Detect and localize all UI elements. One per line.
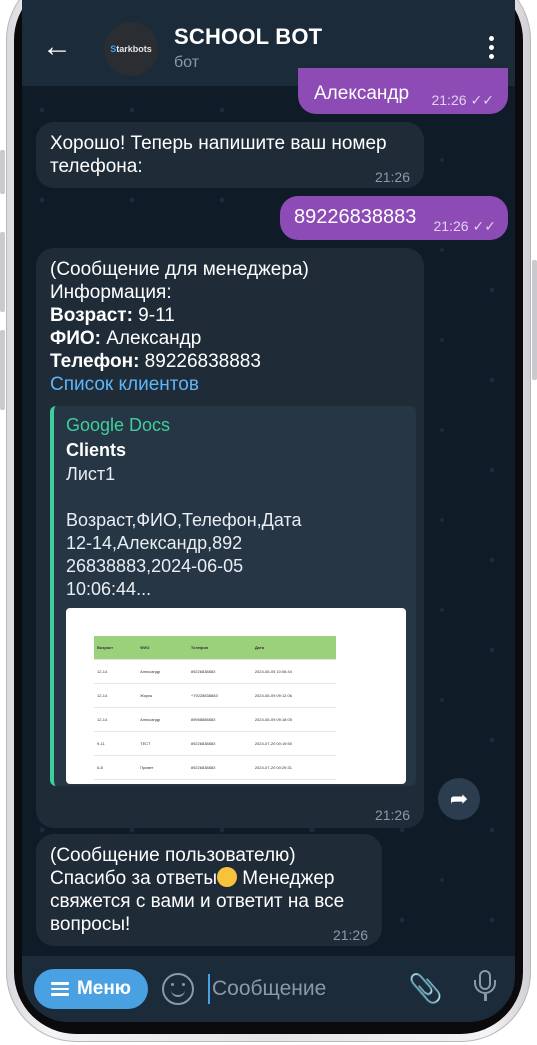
incoming-message[interactable]: Хорошо! Теперь напишите ваш номер телефо… xyxy=(36,122,424,188)
message-meta: 21:26 ✓✓ xyxy=(433,214,496,238)
sheet-cell: 2024-06-09 09:12:06 xyxy=(251,683,336,708)
avatar[interactable]: Starkbots xyxy=(104,22,158,76)
message-meta: 21:26 ✓✓ xyxy=(431,88,494,112)
sheet-cell: ТЕСТ xyxy=(137,731,188,756)
preview-image[interactable]: Возраст ФИО Телефон Дата 12-14 Александр 8… xyxy=(66,608,406,784)
sheet-header-cell: ФИО xyxy=(137,636,188,660)
outgoing-message[interactable]: 89226838883 21:26 ✓✓ xyxy=(280,196,508,240)
more-vertical-icon[interactable] xyxy=(489,36,495,63)
sheet-cell: Александр xyxy=(137,707,188,732)
incoming-message[interactable]: (Сообщение для менеджера) Информация: Во… xyxy=(36,248,424,828)
phone-side-button xyxy=(0,232,5,312)
sheet-row: 12-14 Александр 89226838883 2024-06-05 10:0… xyxy=(94,659,336,684)
message-line: Информация: xyxy=(50,282,172,303)
sheet-cell: 6-8 xyxy=(94,755,138,780)
incoming-message[interactable]: (Сообщение пользователю) Спасибо за отве… xyxy=(36,834,382,946)
double-check-icon: ✓✓ xyxy=(470,92,494,108)
sheet-header-row: Возраст ФИО Телефон Дата xyxy=(94,636,336,660)
message-input-bar: Меню Сообщение 📎 xyxy=(22,956,515,1022)
sheet-cell: 12-14 xyxy=(94,707,138,732)
message-time: 21:26 xyxy=(374,807,410,823)
message-text: (Сообщение пользователю) Спасибо за отве… xyxy=(50,844,380,936)
message-line: Спасибо за ответы Менеджер свяжется с ва… xyxy=(50,867,345,935)
spreadsheet-thumbnail: Возраст ФИО Телефон Дата 12-14 Александр 8… xyxy=(94,636,336,780)
sheet-row: 9-11 ТЕСТ 89226838883 2024-07-20 00:19:50 xyxy=(94,731,336,756)
message-line: Возраст: 9-11 xyxy=(50,304,309,327)
sheet-row: 6-8 Привет 89226838883 2024-07-20 00:29:31 xyxy=(94,755,336,780)
message-time: 21:26 xyxy=(332,927,368,943)
chat-screen: ← Starkbots SCHOOL BOT бот Александр 21:… xyxy=(22,0,515,1022)
menu-icon xyxy=(50,979,69,999)
phone-side-button xyxy=(532,260,537,380)
share-arrow-icon[interactable]: ➦ xyxy=(438,778,480,820)
sheet-header-cell: Телефон xyxy=(187,636,252,660)
message-input[interactable]: Сообщение xyxy=(208,974,412,1004)
sheet-cell: 2024-06-05 10:06:44 xyxy=(251,659,336,684)
microphone-icon[interactable] xyxy=(474,970,496,1002)
sheet-cell: Александр xyxy=(137,659,188,684)
sheet-cell: 89988888883 xyxy=(187,707,252,732)
sheet-cell: 89226838883 xyxy=(187,731,252,756)
message-line: (Сообщение для менеджера) xyxy=(50,259,309,280)
phone-side-button xyxy=(0,330,5,410)
sheet-header-cell: Дата xyxy=(251,636,336,660)
sheet-cell: 12-14 xyxy=(94,659,138,684)
preview-title: Clients xyxy=(66,440,127,460)
field-value: 9-11 xyxy=(132,305,175,326)
sheet-cell: 89226838883 xyxy=(187,659,252,684)
message-time: 21:26 xyxy=(374,169,410,185)
message-text: Хорошо! Теперь напишите ваш номер телефо… xyxy=(50,133,387,177)
field-label: Возраст: xyxy=(50,305,133,326)
avatar-logo-text: Starkbots xyxy=(110,44,152,54)
sheet-cell: +79228838883 xyxy=(187,683,252,708)
arrow-left-icon[interactable]: ← xyxy=(42,32,72,62)
sheet-cell: 2024-07-20 00:19:50 xyxy=(251,731,336,756)
message-text: Александр xyxy=(314,83,410,104)
phone-side-button xyxy=(0,150,5,194)
clients-list-link[interactable]: Список клиентов xyxy=(50,373,309,396)
chat-subtitle: бот xyxy=(174,54,200,71)
paperclip-icon[interactable]: 📎 xyxy=(408,972,443,1005)
field-value: Александр xyxy=(100,328,202,349)
message-text: 89226838883 xyxy=(294,206,417,228)
bot-menu-button[interactable]: Меню xyxy=(34,969,148,1009)
sheet-cell: 2024-06-09 09:18:05 xyxy=(251,707,336,732)
sheet-row: 12-14 Александр 89988888883 2024-06-09 09:1… xyxy=(94,707,336,732)
double-check-icon: ✓✓ xyxy=(472,218,496,234)
sheet-cell: Жорик xyxy=(137,683,188,708)
preview-site-name: Google Docs xyxy=(66,415,171,435)
sheet-cell: 12-14 xyxy=(94,683,138,708)
message-line: Телефон: 89226838883 xyxy=(50,350,309,373)
menu-button-label: Меню xyxy=(76,978,132,999)
sheet-row: 12-14 Жорик +79228838883 2024-06-09 09:12:0… xyxy=(94,683,336,708)
smiling-face-emoji-icon xyxy=(217,867,238,887)
message-line: (Сообщение пользователю) xyxy=(50,845,296,866)
field-value: 89226838883 xyxy=(139,351,261,372)
preview-description: Лист1 Возраст,ФИО,Телефон,Дата 12-14,Але… xyxy=(66,464,302,599)
sheet-cell: 89226838883 xyxy=(187,755,252,780)
field-label: ФИО: xyxy=(50,328,101,349)
field-label: Телефон: xyxy=(50,351,140,372)
message-time: 21:26 xyxy=(431,92,467,108)
sheet-cell: 9-11 xyxy=(94,731,138,756)
message-time: 21:26 xyxy=(433,218,469,234)
message-line: ФИО: Александр xyxy=(50,327,309,350)
smile-icon[interactable] xyxy=(162,973,194,1005)
message-text: (Сообщение для менеджера) Информация: Во… xyxy=(50,258,309,396)
outgoing-message[interactable]: Александр 21:26 ✓✓ xyxy=(298,68,508,114)
sheet-header-cell: Возраст xyxy=(94,636,138,660)
sheet-cell: Привет xyxy=(137,755,188,780)
link-preview[interactable]: Google Docs Clients Лист1 Возраст,ФИО,Те… xyxy=(50,406,416,786)
sheet-cell: 2024-07-20 00:29:31 xyxy=(251,755,336,780)
chat-title[interactable]: SCHOOL BOT xyxy=(174,24,322,50)
